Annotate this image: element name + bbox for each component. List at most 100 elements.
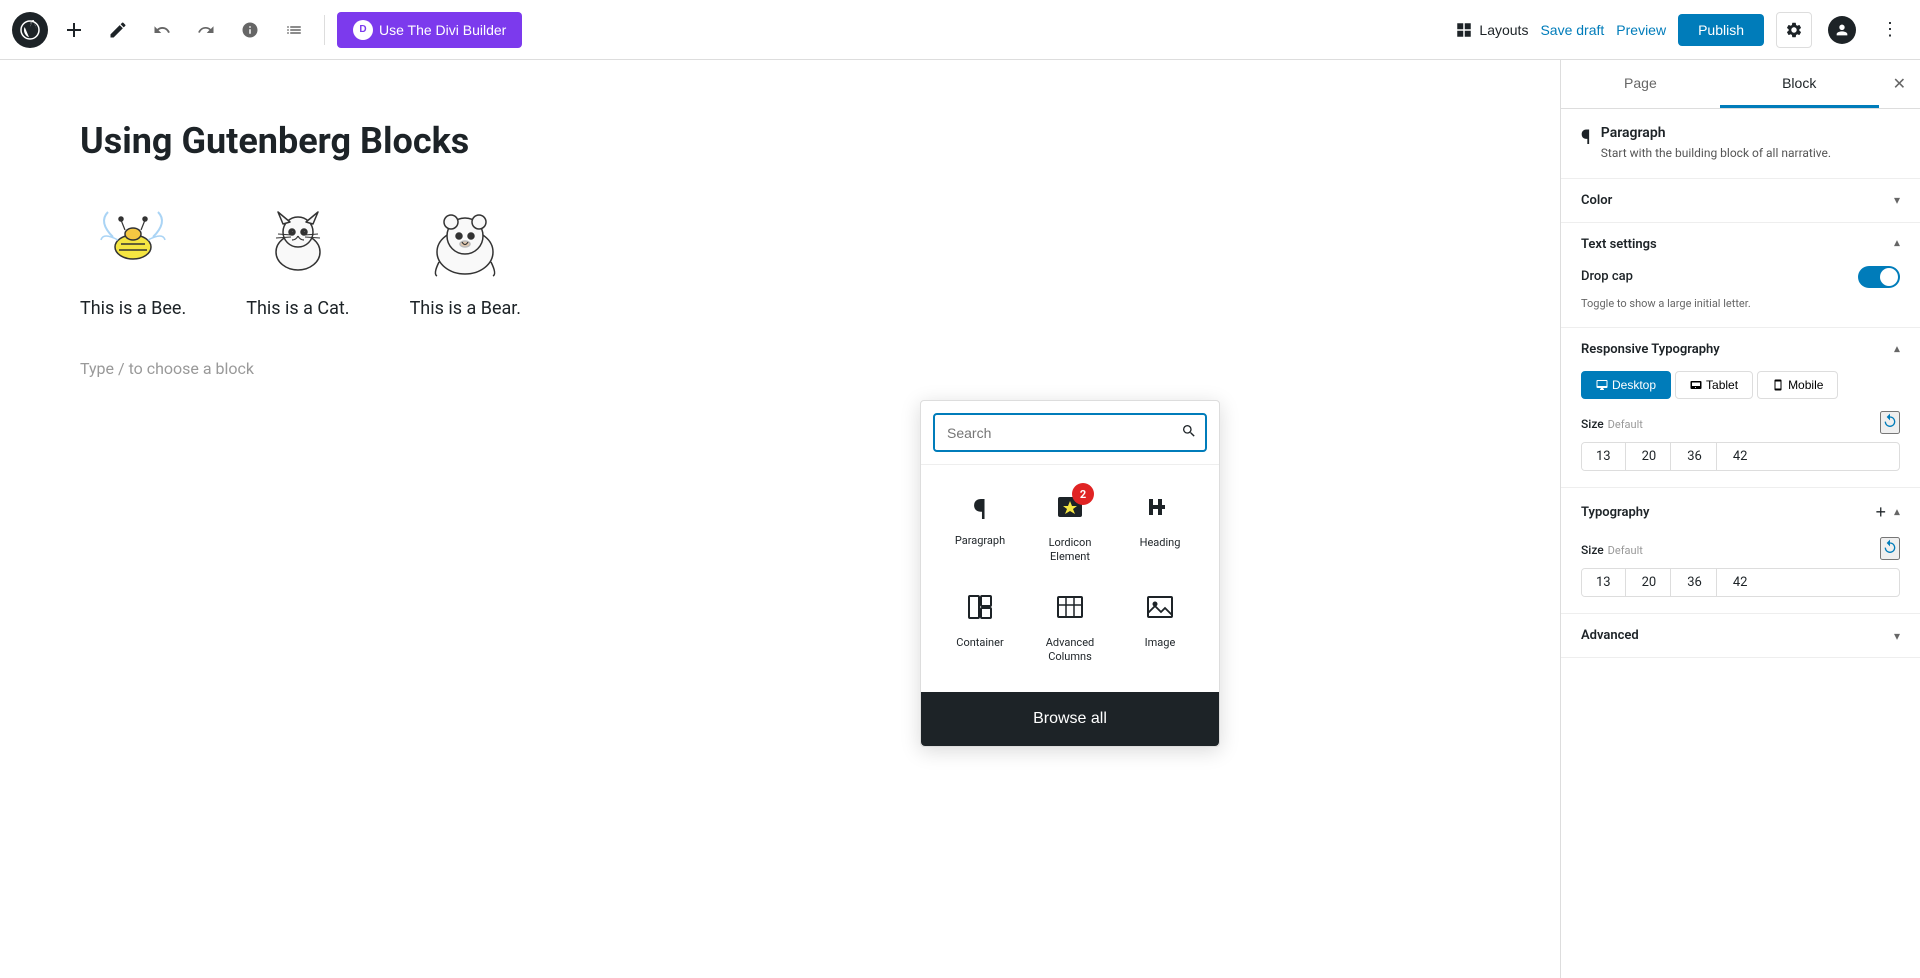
color-accordion-header[interactable]: Color ▾ <box>1561 179 1920 222</box>
size-reset-button-2[interactable] <box>1880 537 1900 560</box>
block-item-container[interactable]: Container <box>937 581 1023 677</box>
user-avatar-button[interactable] <box>1824 12 1860 48</box>
block-item-advanced-columns[interactable]: Advanced Columns <box>1027 581 1113 677</box>
preview-button[interactable]: Preview <box>1616 22 1666 38</box>
paragraph-section-description: Start with the building block of all nar… <box>1601 145 1831 162</box>
paragraph-header: ¶ Paragraph Start with the building bloc… <box>1581 125 1900 162</box>
toolbar-right: Layouts Save draft Preview Publish ⋮ <box>1455 12 1908 48</box>
right-panel: Page Block ✕ ¶ Paragraph Start with the … <box>1560 60 1920 978</box>
type-block-area: Type / to choose a block 1 <box>80 359 1480 378</box>
bear-illustration <box>415 202 515 282</box>
avatar <box>1828 16 1856 44</box>
color-chevron-down-icon: ▾ <box>1894 193 1900 207</box>
size-value-36-1[interactable]: 36 <box>1673 443 1717 470</box>
block-grid: ¶ Paragraph 2 Lordicon Element <box>921 465 1219 692</box>
mobile-label: Mobile <box>1788 378 1823 392</box>
close-panel-button[interactable]: ✕ <box>1879 60 1920 108</box>
animals-grid: This is a Bee. This is a Cat. <box>80 202 1480 319</box>
block-search-input[interactable] <box>935 417 1173 449</box>
device-tab-tablet[interactable]: Tablet <box>1675 371 1753 399</box>
bee-illustration <box>83 202 183 282</box>
tools-button[interactable] <box>100 12 136 48</box>
info-button[interactable] <box>232 12 268 48</box>
device-tab-desktop[interactable]: Desktop <box>1581 371 1671 399</box>
text-settings-section: Text settings ▾ Drop cap Toggle to show … <box>1561 223 1920 328</box>
typography-add-button[interactable]: + <box>1875 502 1886 523</box>
block-item-image[interactable]: Image <box>1117 581 1203 677</box>
divi-builder-button[interactable]: D Use The Divi Builder <box>337 12 522 48</box>
size-default-1: Default <box>1608 418 1643 431</box>
advanced-columns-label: Advanced Columns <box>1035 636 1105 665</box>
typography-section: Typography + ▾ Size Default 13 20 36 42 <box>1561 488 1920 614</box>
search-icon-button[interactable] <box>1173 415 1205 450</box>
text-settings-accordion-header[interactable]: Text settings ▾ <box>1561 223 1920 266</box>
settings-button[interactable] <box>1776 12 1812 48</box>
list-view-button[interactable] <box>276 12 312 48</box>
block-item-heading[interactable]: Heading <box>1117 481 1203 577</box>
panel-tabs: Page Block ✕ <box>1561 60 1920 109</box>
tab-block[interactable]: Block <box>1720 60 1879 108</box>
tablet-label: Tablet <box>1706 378 1738 392</box>
text-settings-chevron-icon: ▾ <box>1894 237 1900 251</box>
size-value-20-2[interactable]: 20 <box>1628 569 1672 596</box>
browse-all-button[interactable]: Browse all <box>921 692 1219 746</box>
bear-caption: This is a Bear. <box>410 298 522 319</box>
lordicon-block-label: Lordicon Element <box>1035 536 1105 565</box>
block-item-lordicon[interactable]: 2 Lordicon Element <box>1027 481 1113 577</box>
drop-cap-row: Drop cap <box>1581 266 1900 288</box>
block-item-paragraph[interactable]: ¶ Paragraph <box>937 481 1023 577</box>
animal-item-cat: This is a Cat. <box>246 202 349 319</box>
divi-logo: D <box>353 20 373 40</box>
layouts-button[interactable]: Layouts <box>1455 21 1528 39</box>
size-row-1: Size Default <box>1581 411 1900 434</box>
size-value-36-2[interactable]: 36 <box>1673 569 1717 596</box>
size-values-2: 13 20 36 42 <box>1581 568 1900 597</box>
publish-button[interactable]: Publish <box>1678 14 1764 46</box>
divi-btn-label: Use The Divi Builder <box>379 22 506 38</box>
typography-chevron-icon: ▾ <box>1894 506 1900 520</box>
responsive-typography-chevron-icon: ▾ <box>1894 343 1900 357</box>
paragraph-section-title: Paragraph <box>1601 125 1831 141</box>
type-placeholder: Type / to choose a block <box>80 359 254 378</box>
drop-cap-toggle[interactable] <box>1858 266 1900 288</box>
responsive-typography-header[interactable]: Responsive Typography ▾ <box>1561 328 1920 371</box>
advanced-columns-icon <box>1056 593 1084 628</box>
size-value-13-1[interactable]: 13 <box>1582 443 1626 470</box>
size-label-1: Size <box>1581 417 1604 431</box>
size-value-42-2[interactable]: 42 <box>1719 569 1762 596</box>
typography-content: Size Default 13 20 36 42 <box>1561 537 1920 613</box>
responsive-typography-label: Responsive Typography <box>1581 342 1720 357</box>
typography-label: Typography <box>1581 505 1650 520</box>
typography-header[interactable]: Typography + ▾ <box>1561 488 1920 537</box>
advanced-header[interactable]: Advanced ▾ <box>1561 614 1920 657</box>
undo-button[interactable] <box>144 12 180 48</box>
add-block-toolbar-button[interactable] <box>56 12 92 48</box>
responsive-typography-content: Desktop Tablet Mobile Size Default <box>1561 371 1920 487</box>
cat-caption: This is a Cat. <box>246 298 349 319</box>
paragraph-block-icon: ¶ <box>973 493 987 526</box>
device-tab-mobile[interactable]: Mobile <box>1757 371 1838 399</box>
save-draft-button[interactable]: Save draft <box>1540 22 1604 38</box>
tab-page[interactable]: Page <box>1561 60 1720 108</box>
typography-header-actions: + ▾ <box>1875 502 1900 523</box>
wp-logo <box>12 12 48 48</box>
paragraph-section: ¶ Paragraph Start with the building bloc… <box>1561 109 1920 179</box>
size-value-20-1[interactable]: 20 <box>1628 443 1672 470</box>
redo-button[interactable] <box>188 12 224 48</box>
size-default-2: Default <box>1608 544 1643 557</box>
size-label-wrap: Size Default <box>1581 413 1643 432</box>
advanced-label: Advanced <box>1581 628 1639 643</box>
size-value-13-2[interactable]: 13 <box>1582 569 1626 596</box>
image-block-label: Image <box>1145 636 1176 650</box>
more-options-button[interactable]: ⋮ <box>1872 12 1908 48</box>
layouts-label: Layouts <box>1479 22 1528 38</box>
page-title: Using Gutenberg Blocks <box>80 120 1480 162</box>
toolbar: D Use The Divi Builder Layouts Save draf… <box>0 0 1920 60</box>
size-value-42-1[interactable]: 42 <box>1719 443 1762 470</box>
animal-item-bear: This is a Bear. <box>410 202 522 319</box>
text-settings-content: Drop cap Toggle to show a large initial … <box>1561 266 1920 327</box>
drop-cap-hint: Toggle to show a large initial letter. <box>1581 296 1900 311</box>
lordicon-badge: 2 <box>1056 493 1084 528</box>
search-input-wrap <box>933 413 1207 452</box>
size-reset-button-1[interactable] <box>1880 411 1900 434</box>
